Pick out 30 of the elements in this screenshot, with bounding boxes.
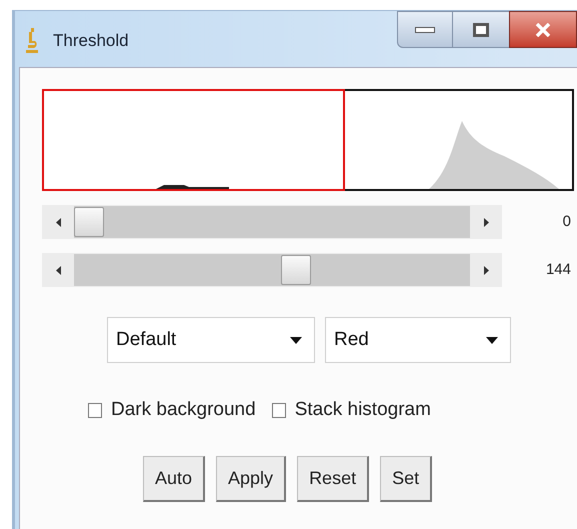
dialog-button[interactable]: Auto [143,456,206,502]
right-arrow-icon [484,266,488,274]
slider-value: 144 [546,260,572,280]
minimize-icon [415,26,435,32]
caret-icon [486,336,498,344]
dialog-button[interactable]: Apply [216,456,286,502]
close-icon [535,22,551,36]
checkbox-label: Stack histogram [294,398,431,422]
slider-thumb[interactable] [74,207,104,237]
slider-value: 0 [562,212,572,232]
microscope-icon [25,27,39,53]
slider[interactable] [42,205,502,239]
maximize-button[interactable] [453,11,509,48]
checkbox[interactable] [272,402,286,418]
left-arrow-icon [56,218,60,226]
checkbox[interactable] [88,402,102,418]
dialog-button[interactable]: Set [380,456,432,502]
caret-icon [290,336,302,344]
checkbox-label: Dark background [111,398,256,422]
slider-thumb[interactable] [280,255,311,285]
close-button[interactable] [509,11,577,48]
dropdown[interactable]: Red [325,317,511,363]
maximize-icon [473,22,489,36]
left-arrow-icon [56,266,60,274]
window-title: Threshold [53,30,129,52]
dialog-button[interactable]: Reset [297,456,370,502]
dropdown[interactable]: Default [107,317,315,363]
right-arrow-icon [484,218,488,226]
minimize-button[interactable] [397,11,453,48]
slider[interactable] [42,253,502,287]
